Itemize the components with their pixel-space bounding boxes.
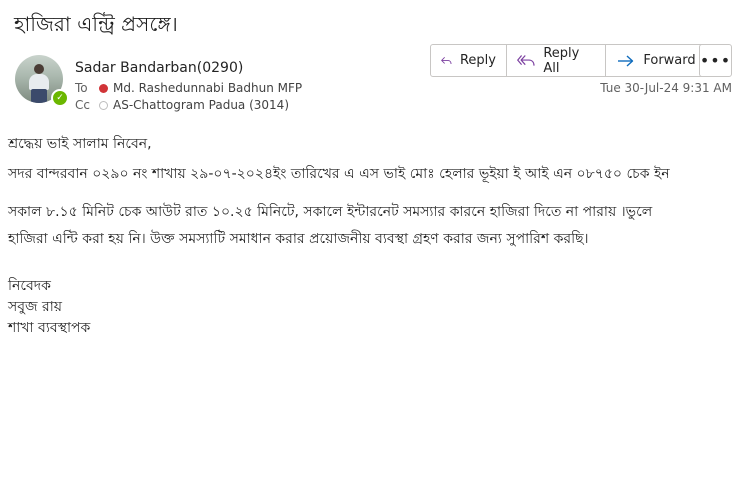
cc-label: Cc [75, 98, 90, 112]
forward-button[interactable]: Forward [606, 45, 707, 76]
presence-available-icon: ✓ [51, 89, 69, 107]
cc-status-icon [99, 100, 108, 110]
body-line-2: সকাল ৮.১৫ মিনিট চেক আউট রাত ১০.২৫ মিনিটে… [8, 204, 653, 220]
avatar-head [34, 64, 44, 74]
more-icon: ••• [699, 51, 732, 70]
sender-name[interactable]: Sadar Bandarban(0290) [75, 60, 243, 76]
reply-all-button[interactable]: Reply All [507, 45, 606, 76]
body-line-3: হাজিরা এন্টি করা হয় নি। উক্ত সমস্যাটি স… [8, 231, 589, 247]
recipient-status-icon [99, 83, 108, 93]
avatar-legs [31, 89, 47, 103]
to-label: To [75, 81, 88, 95]
avatar-torso [29, 74, 49, 90]
to-row: To Md. Rashedunnabi Badhun MFP [75, 81, 302, 95]
reply-label: Reply [459, 53, 496, 68]
reply-all-icon [517, 54, 535, 66]
sent-date: Tue 30-Jul-24 9:31 AM [600, 81, 732, 95]
reply-button[interactable]: Reply [431, 45, 507, 76]
reply-all-label: Reply All [543, 45, 580, 76]
reply-icon [441, 56, 452, 64]
cc-row: Cc AS-Chattogram Padua (3014) [75, 98, 289, 112]
forward-icon [618, 54, 634, 67]
to-recipient[interactable]: Md. Rashedunnabi Badhun MFP [113, 81, 302, 95]
body-line-1: সদর বান্দরবান ০২৯০ নং শাখায় ২৯-০৭-২০২৪ই… [8, 166, 670, 182]
signature-title: শাখা ব্যবস্থাপক [8, 320, 91, 336]
email-subject: হাজিরা এন্ট্রি প্রসঙ্গে। [14, 12, 178, 36]
forward-label: Forward [643, 53, 696, 68]
cc-recipient[interactable]: AS-Chattogram Padua (3014) [113, 98, 289, 112]
more-options-button[interactable]: ••• [699, 44, 732, 77]
body-greeting: শ্রদ্ধেয় ভাই সালাম নিবেন, [8, 136, 152, 152]
message-actions: Reply Reply All Forward [430, 44, 708, 77]
